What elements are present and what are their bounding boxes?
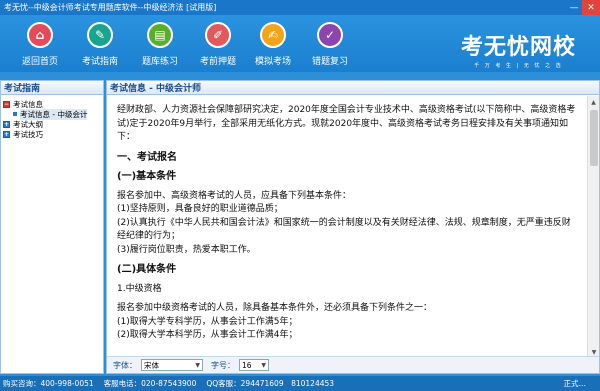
collapse-icon[interactable]: − [3, 100, 10, 108]
paragraph: (1)取得大学专科学历，从事会计工作满5年； [117, 316, 298, 327]
paragraph: 1.中级资格 [117, 283, 162, 294]
pencil-icon: ✐ [205, 22, 231, 48]
version-status: 正式… [563, 379, 587, 388]
brand-logo: 考无忧网校 千 万 考 生 | 无 忧 之 选 [461, 29, 576, 69]
mock-exam-label: 模拟考场 [254, 57, 291, 67]
main-toolbar: ⌂ 返回首页 ✎ 考试指南 ▤ 题库练习 ✐ 考前押题 ✍ 模拟考场 ✓ 错题复… [0, 15, 600, 72]
exam-guide-label: 考试指南 [81, 57, 118, 67]
qq-service: QQ客服：294471609 810124453 [206, 379, 335, 388]
scroll-up-icon[interactable]: ▲ [588, 96, 599, 108]
intro-paragraph: 经财政部、人力资源社会保障部研究决定，2020年度全国会计专业技术中、高级资格考… [117, 105, 576, 142]
pre-exam-label: 考前押题 [199, 57, 236, 67]
size-label: 字号： [211, 360, 235, 370]
question-bank-label: 题库练习 [141, 57, 178, 67]
brand-slogan: 千 万 考 生 | 无 忧 之 选 [474, 63, 563, 69]
paragraph: (2)取得大学本科学历，从事会计工作满4年； [117, 330, 298, 340]
paragraph: (2)认真执行《中华人民共和国会计法》和国家统一的会计制度以及有关财经法律、法规… [117, 217, 571, 242]
subsection-heading: (二)具体条件 [117, 264, 177, 275]
wrong-review-button[interactable]: ✓ 错题复习 [300, 22, 360, 67]
section-heading: 一、考试报名 [117, 151, 177, 163]
font-label: 字体： [113, 360, 137, 370]
chevron-down-icon: ▼ [261, 361, 266, 369]
bullet-icon [13, 112, 17, 116]
vertical-scrollbar[interactable]: ▲ ▼ [587, 96, 599, 358]
paragraph: 报名参加中级资格考试的人员，除具备基本条件外，还必须具备下列条件之一： [117, 303, 433, 313]
service-phone: 客服电话：020-87543900 [103, 379, 197, 388]
tree-item-exam-info-mid[interactable]: 考试信息 - 中级会计 [3, 108, 101, 120]
content-title: 考试信息 - 中级会计师 [107, 81, 599, 95]
font-select[interactable]: 宋体 ▼ [141, 359, 203, 371]
subsection-heading: (一)基本条件 [117, 171, 177, 182]
close-button[interactable]: ✕ [582, 0, 600, 15]
font-value: 宋体 [144, 360, 159, 370]
window-title: 考无忧--中级会计师考试专用题库软件--中级经济法 [试用版] [4, 3, 217, 12]
home-icon: ⌂ [27, 22, 53, 48]
minimize-button[interactable]: — [566, 0, 582, 15]
chevron-down-icon: ▼ [195, 361, 200, 369]
book-icon: ▤ [147, 22, 173, 48]
guide-tree: − 考试信息 考试信息 - 中级会计 + 考试大纲 + 考试技巧 [1, 95, 103, 143]
notebook-icon: ✓ [317, 22, 343, 48]
sidebar-title: 考试指南 [1, 81, 103, 95]
exam-guide-button[interactable]: ✎ 考试指南 [70, 22, 130, 67]
paragraph: (3)履行岗位职责，热爱本职工作。 [117, 244, 256, 255]
tree-item-tips[interactable]: + 考试技巧 [3, 129, 101, 139]
home-label: 返回首页 [21, 57, 58, 67]
title-bar: 考无忧--中级会计师考试专用题库软件--中级经济法 [试用版] — ✕ [0, 0, 600, 15]
tree-item-syllabus[interactable]: + 考试大纲 [3, 119, 101, 129]
tree-item-label: 考试技巧 [13, 129, 43, 139]
pen-icon: ✎ [87, 22, 113, 48]
font-size-select[interactable]: 16 ▼ [239, 359, 269, 371]
scroll-thumb[interactable] [590, 110, 598, 166]
size-value: 16 [242, 360, 252, 370]
paragraph: 报名参加中、高级资格考试的人员，应具备下列基本条件： [117, 190, 352, 201]
font-toolbar: 字体： 宋体 ▼ 字号： 16 ▼ [107, 356, 599, 373]
expand-icon[interactable]: + [3, 130, 10, 138]
brand-name: 考无忧网校 [460, 35, 576, 60]
mock-exam-button[interactable]: ✍ 模拟考场 [243, 22, 303, 67]
pre-exam-button[interactable]: ✐ 考前押题 [188, 22, 248, 67]
home-button[interactable]: ⌂ 返回首页 [10, 22, 70, 67]
sales-hotline: 购买咨询：400-998-0051 [3, 379, 94, 388]
question-bank-button[interactable]: ▤ 题库练习 [130, 22, 190, 67]
wrong-review-label: 错题复习 [311, 57, 348, 67]
tree-item-exam-info[interactable]: − 考试信息 [3, 99, 101, 109]
edit-icon: ✍ [260, 22, 286, 48]
paragraph: (1)坚持原则，具备良好的职业道德品质； [117, 204, 283, 214]
content-panel: 考试信息 - 中级会计师 经财政部、人力资源社会保障部研究决定，2020年度全国… [106, 80, 600, 374]
expand-icon[interactable]: + [3, 120, 10, 128]
article-body: 经财政部、人力资源社会保障部研究决定，2020年度全国会计专业技术中、高级资格考… [107, 96, 587, 358]
sidebar: 考试指南 − 考试信息 考试信息 - 中级会计 + 考试大纲 + 考试技巧 [0, 80, 104, 374]
status-bar: 购买咨询：400-998-0051 客服电话：020-87543900 QQ客服… [0, 376, 600, 391]
